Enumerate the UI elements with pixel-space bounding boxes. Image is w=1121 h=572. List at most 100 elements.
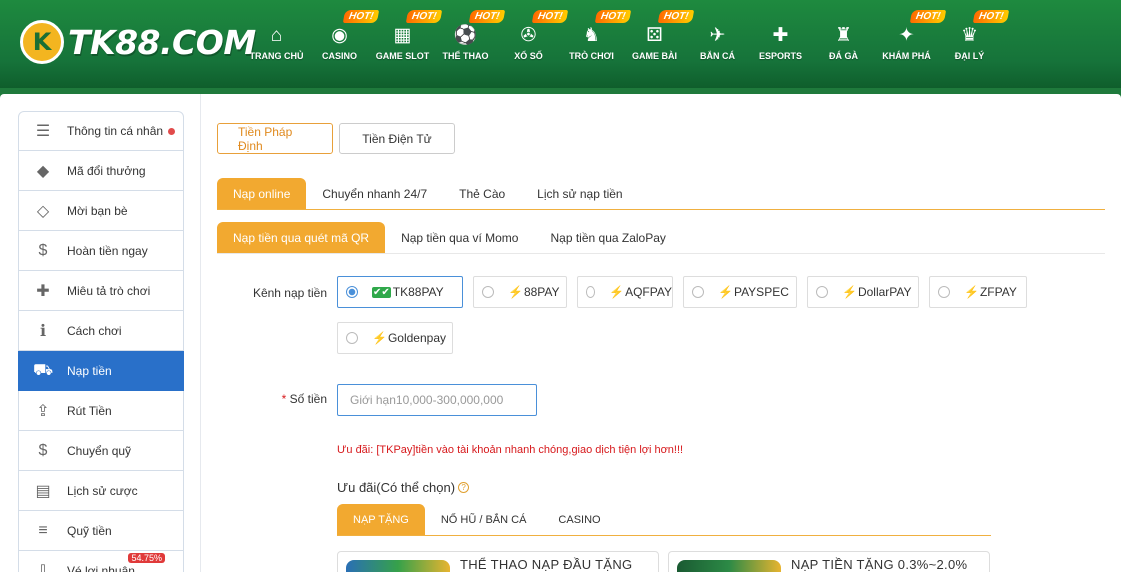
sidebar-item-label: Mời bạn bè [67, 203, 128, 218]
nav-label: BẮN CÁ [700, 51, 735, 61]
home-icon: ⌂ [270, 24, 283, 46]
sidebar-item-label: Nạp tiền [67, 363, 112, 378]
tab-deposit-history[interactable]: Lịch sử nạp tiền [521, 178, 638, 209]
channel-name: AQFPAY [625, 285, 672, 299]
channel-option[interactable]: ⚡ 88PAY [473, 276, 567, 308]
site-logo[interactable]: K TK88.COM [20, 20, 256, 64]
tab-zalopay[interactable]: Nạp tiền qua ZaloPay [534, 222, 681, 253]
nav-label: GAME SLOT [375, 51, 430, 61]
promo-card-image [677, 560, 781, 572]
nav-item-11[interactable]: ♛ ĐẠI LÝ HOT! [938, 0, 1010, 88]
required-mark: * [281, 392, 287, 406]
sidebar-item-label: Miêu tả trò chơi [67, 283, 151, 298]
nav-item-10[interactable]: ✦ KHÁM PHÁ HOT! [875, 0, 947, 88]
channel-option[interactable]: ⚡ PAYSPEC [683, 276, 797, 308]
tab-slots-fishing[interactable]: NỔ HŨ / BẮN CÁ [425, 504, 543, 535]
transfer-icon: $ [38, 441, 48, 459]
help-icon[interactable]: ? [458, 482, 470, 493]
promo-note: Ưu đãi: [TKPay]tiền vào tài khoản nhanh … [337, 444, 684, 456]
nav-label: CASINO [321, 51, 357, 61]
channel-option[interactable]: ⚡ Goldenpay [337, 322, 453, 354]
deposit-panel: Tiền Pháp Định Tiền Điện Tử Nạp online C… [217, 94, 1105, 572]
nav-item-4[interactable]: ✇ XỔ SỐ HOT! [497, 0, 569, 88]
radio-button[interactable] [938, 286, 950, 298]
tab-scratch-card[interactable]: Thẻ Cào [443, 178, 521, 209]
sidebar-divider [200, 94, 201, 572]
radio-button[interactable] [346, 286, 358, 298]
nav-label: TRÒ CHƠI [569, 51, 614, 61]
sidebar-item-1[interactable]: ◆ Mã đổi thưởng [18, 151, 184, 191]
promo-card-title: THỂ THAO NẠP ĐẦU TẶNG [460, 557, 633, 572]
tab-crypto-currency[interactable]: Tiền Điện Tử [339, 123, 455, 154]
channel-name-wrap: ⚡ ZFPAY [964, 285, 1017, 299]
tab-momo-wallet[interactable]: Nạp tiền qua ví Momo [385, 222, 534, 253]
nav-item-8[interactable]: ✚ ESPORTS [749, 0, 812, 88]
nav-item-5[interactable]: ♞ TRÒ CHƠI HOT! [560, 0, 632, 88]
channel-name-wrap: ⚡ 88PAY [508, 285, 560, 299]
sidebar-item-2[interactable]: ◇ Mời bạn bè [18, 191, 184, 231]
notification-dot [168, 128, 175, 135]
lightning-icon: ⚡ [609, 285, 625, 299]
radio-button[interactable] [586, 286, 596, 298]
sidebar-item-7[interactable]: ⇪ Rút Tiền [18, 391, 184, 431]
info-icon: ℹ [39, 322, 47, 340]
promo-title-row: Ưu đãi(Có thể chọn) ? [337, 480, 470, 495]
radio-button[interactable] [816, 286, 828, 298]
sidebar-item-8[interactable]: $ Chuyển quỹ [18, 431, 184, 471]
amount-input[interactable] [337, 384, 537, 416]
tab-online-deposit[interactable]: Nạp online [217, 178, 307, 209]
promo-card-sports[interactable]: THỂ THAO NẠP ĐẦU TẶNG [337, 551, 659, 572]
tab-fast-transfer[interactable]: Chuyển nhanh 24/7 [306, 178, 443, 209]
tab-casino[interactable]: CASINO [542, 504, 616, 535]
sidebar-item-label: Vé lợi nhuận [67, 563, 135, 572]
sidebar-item-label: Hoàn tiền ngay [67, 243, 148, 258]
radio-button[interactable] [482, 286, 494, 298]
radio-button[interactable] [692, 286, 704, 298]
nav-item-6[interactable]: ⚄ GAME BÀI HOT! [623, 0, 695, 88]
tab-fiat-currency[interactable]: Tiền Pháp Định [217, 123, 333, 154]
channel-name: TK88PAY [392, 285, 444, 299]
nav-item-9[interactable]: ♜ ĐÁ GÀ [812, 0, 875, 88]
promo-card-image [346, 560, 450, 572]
withdraw-icon: ⇪ [36, 402, 50, 420]
nav-item-7[interactable]: ✈ BẮN CÁ [686, 0, 749, 88]
sidebar-item-11[interactable]: ⇩ Vé lợi nhuận 54.75% [18, 551, 184, 572]
promo-card-rebate[interactable]: NẠP TIỀN TẶNG 0.3%~2.0% [668, 551, 990, 572]
dice-icon: ⚄ [646, 24, 663, 46]
nav-item-1[interactable]: ◉ CASINO HOT! [308, 0, 380, 88]
channel-option[interactable]: ⚡ ZFPAY [929, 276, 1027, 308]
sidebar-item-0[interactable]: ☰ Thông tin cá nhân [18, 111, 184, 151]
sidebar-item-label: Rút Tiền [67, 403, 112, 418]
currency-tabs: Tiền Pháp Định Tiền Điện Tử [217, 123, 461, 154]
channel-option[interactable]: ✔✔ TK88PAY [337, 276, 463, 308]
radio-button[interactable] [346, 332, 358, 344]
account-page: ☰ Thông tin cá nhân ◆ Mã đổi thưởng ◇ Mời bạn… [0, 94, 1121, 572]
nav-item-0[interactable]: ⌂ TRANG CHỦ [245, 0, 308, 88]
channel-option[interactable]: ⚡ DollarPAY [807, 276, 919, 308]
sidebar-item-9[interactable]: ▤ Lịch sử cược [18, 471, 184, 511]
tab-deposit-bonus[interactable]: NẠP TẶNG [337, 504, 425, 535]
sidebar-item-label: Cách chơi [67, 323, 122, 338]
sidebar-item-6[interactable]: ⛟ Nạp tiền [18, 351, 184, 391]
sidebar-item-10[interactable]: ≡ Quỹ tiền [18, 511, 184, 551]
lightning-icon: ⚡ [842, 285, 857, 299]
soccer-ball-icon: ⚽ [453, 24, 478, 46]
tab-qr-scan[interactable]: Nạp tiền qua quét mã QR [217, 222, 386, 253]
agent-icon: ♛ [960, 24, 979, 46]
nav-label: ĐÁ GÀ [829, 51, 858, 61]
channel-name-wrap: ⚡ DollarPAY [842, 285, 912, 299]
channel-option[interactable]: ⚡ AQFPAY [577, 276, 673, 308]
top-nav-bar: K TK88.COM ⌂ TRANG CHỦ ◉ CASINO HOT! ▦ GAME SL… [0, 0, 1121, 88]
gift-icon: ✦ [898, 24, 915, 46]
account-sidebar: ☰ Thông tin cá nhân ◆ Mã đổi thưởng ◇ Mời bạn… [18, 111, 184, 572]
channel-name-wrap: ⚡ AQFPAY [609, 285, 672, 299]
sidebar-item-4[interactable]: ✚ Miêu tả trò chơi [18, 271, 184, 311]
nav-item-3[interactable]: ⚽ THỂ THAO HOT! [434, 0, 506, 88]
nav-label: GAME BÀI [632, 51, 677, 61]
tag-icon: ◆ [36, 162, 50, 180]
nav-label: THỂ THAO [442, 51, 489, 61]
sidebar-item-3[interactable]: $ Hoàn tiền ngay [18, 231, 184, 271]
sidebar-item-5[interactable]: ℹ Cách chơi [18, 311, 184, 351]
lightning-icon: ⚡ [718, 285, 733, 299]
nav-item-2[interactable]: ▦ GAME SLOT HOT! [371, 0, 443, 88]
